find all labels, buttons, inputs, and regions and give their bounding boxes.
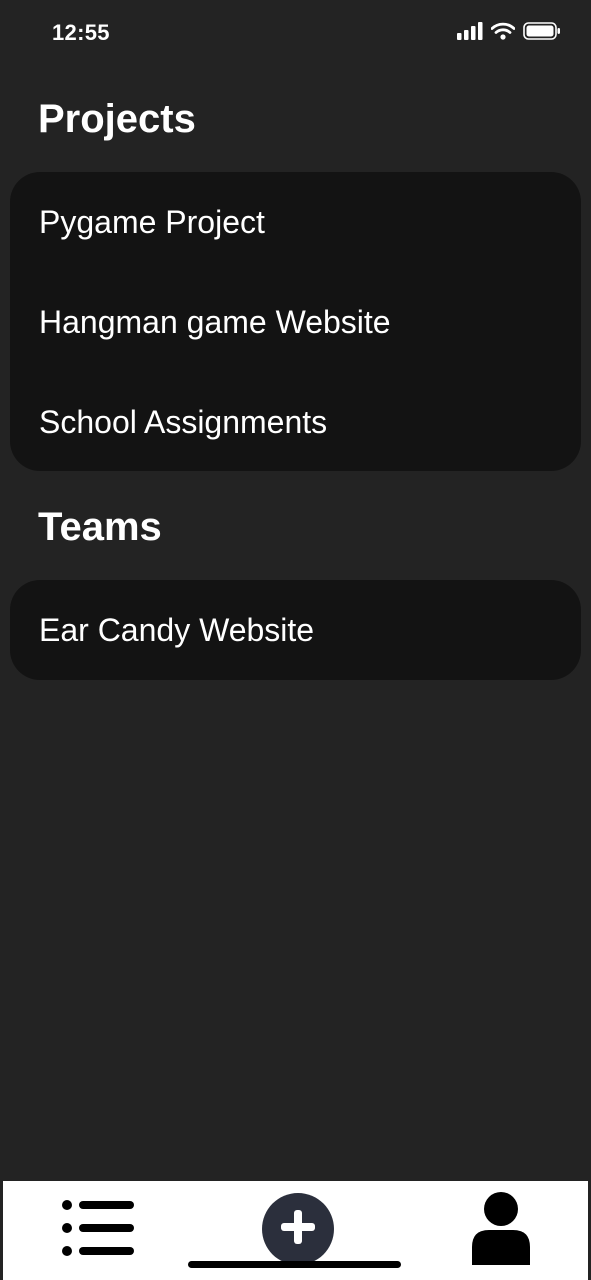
list-tab-button[interactable] xyxy=(43,1181,153,1280)
teams-list: Ear Candy Website xyxy=(10,580,581,680)
teams-title: Teams xyxy=(38,505,162,549)
profile-tab-button[interactable] xyxy=(448,1181,553,1280)
status-icons xyxy=(457,21,561,45)
status-bar: 12:55 xyxy=(0,0,591,64)
plus-icon xyxy=(280,1209,316,1250)
signal-icon xyxy=(457,21,483,45)
team-item-ear-candy[interactable]: Ear Candy Website xyxy=(10,580,581,680)
projects-list: Pygame Project Hangman game Website Scho… xyxy=(10,172,581,471)
wifi-icon xyxy=(490,22,516,45)
home-indicator xyxy=(188,1261,401,1268)
add-button-circle[interactable] xyxy=(262,1193,334,1265)
status-time: 12:55 xyxy=(52,20,110,45)
user-icon xyxy=(470,1191,532,1270)
list-icon xyxy=(61,1199,135,1262)
projects-title: Projects xyxy=(38,97,196,141)
project-item-school-assignments[interactable]: School Assignments xyxy=(10,372,581,471)
project-item-pygame[interactable]: Pygame Project xyxy=(10,172,581,272)
project-item-hangman[interactable]: Hangman game Website xyxy=(10,272,581,372)
battery-icon xyxy=(523,21,561,45)
